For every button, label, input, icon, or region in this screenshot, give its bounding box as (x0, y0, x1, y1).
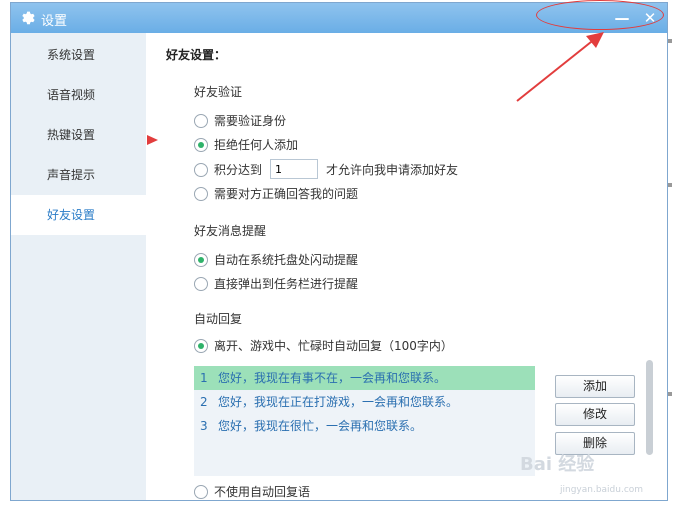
watermark-url: jingyan.baidu.com (560, 485, 644, 495)
annotation-arrow-icon (147, 32, 604, 145)
edge-marker (668, 392, 672, 396)
edge-marker (668, 39, 672, 43)
edge-marker (668, 183, 672, 187)
watermark-logo: Bai 经验 (520, 454, 595, 475)
